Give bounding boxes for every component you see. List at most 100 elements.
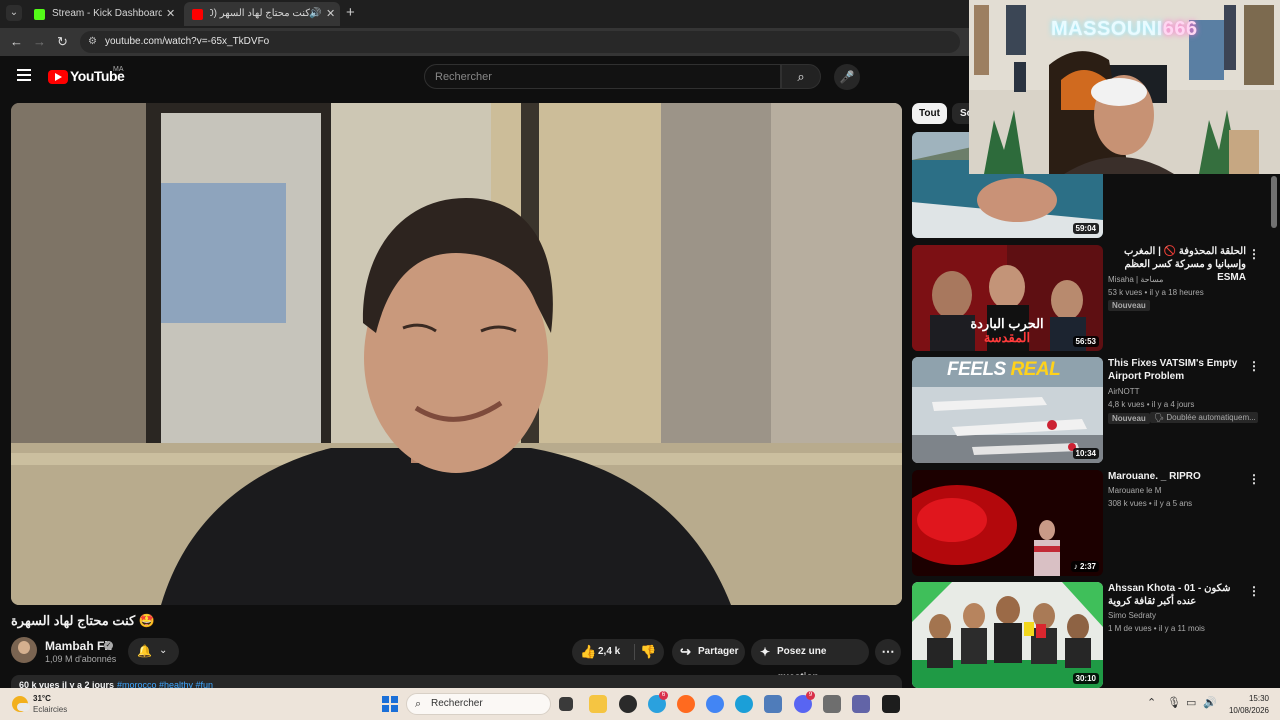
volume-icon[interactable]: 🔊 (1203, 696, 1217, 710)
temperature[interactable]: 31°C (33, 694, 51, 703)
notification-badge: 6 (659, 691, 668, 700)
duration-label: 56:53 (1072, 336, 1099, 347)
edge-icon[interactable] (735, 695, 753, 713)
recommendation-item[interactable]: 30:10 Ahssan Khota - 01 - شكون عنده أكبر… (912, 582, 1268, 688)
reload-icon[interactable]: ↻ (57, 34, 68, 50)
recommendation-item[interactable]: الحرب الباردة المقدسة 56:53 الحلقة المحذ… (912, 245, 1268, 351)
thumbnail-word-1: FEELS (947, 359, 1006, 380)
video-thumbnail[interactable]: FEELS REAL 10:34 (912, 357, 1103, 463)
tab-close-icon[interactable]: ✕ (326, 2, 335, 26)
share-button[interactable]: ↪ Partager (672, 639, 745, 665)
youtube-logo-icon[interactable] (48, 70, 68, 84)
bell-icon: 🔔 (137, 644, 152, 658)
more-vertical-icon[interactable]: ⋮ (1248, 584, 1260, 598)
views-and-date: 60 k vues il y a 2 jours (19, 680, 115, 688)
taskbar-search-box[interactable]: ⌕ Rechercher (406, 693, 551, 715)
video-frame (11, 103, 902, 605)
thumbnail-overlay-text: الحرب الباردة المقدسة (952, 317, 1062, 345)
recommendation-channel[interactable]: Simo Sedraty (1108, 611, 1156, 620)
more-vertical-icon[interactable]: ⋮ (1248, 359, 1260, 373)
recommendation-channel[interactable]: AirNOTT (1108, 387, 1140, 396)
thumbs-up-icon[interactable]: 👍 (580, 639, 596, 665)
firefox-icon[interactable] (677, 695, 695, 713)
recommendation-item[interactable]: FEELS REAL 10:34 This Fixes VATSIM's Emp… (912, 357, 1268, 463)
thumbs-down-icon[interactable]: 👎 (640, 639, 656, 665)
video-thumbnail[interactable]: 30:10 (912, 582, 1103, 688)
sidebar-scrollbar[interactable] (1271, 176, 1277, 228)
divider (634, 644, 635, 660)
tab-title: Stream - Kick Dashboard (52, 8, 162, 19)
channel-avatar[interactable] (11, 637, 37, 663)
ask-question-button[interactable]: ✦ Posez une question (751, 639, 869, 683)
tab-kick-dashboard[interactable]: Stream - Kick Dashboard ✕ (26, 2, 180, 26)
network-icon[interactable]: ▭ (1186, 696, 1196, 710)
streamer-name-part-2: 666 (1162, 18, 1198, 40)
chrome-icon[interactable] (706, 695, 724, 713)
video-thumbnail[interactable]: ♪ 2:37 (912, 470, 1103, 576)
windows-taskbar: 31°C Eclaircies ⌕ Rechercher 6 9 ⌃ 🎙 ▭ 🔊… (0, 688, 1280, 720)
auto-dubbed-badge: 🗣 Doublée automatiquem... (1150, 412, 1258, 423)
more-vertical-icon[interactable]: ⋮ (1248, 247, 1260, 261)
show-hidden-icons-chevron-icon[interactable]: ⌃ (1147, 696, 1156, 710)
search-box (424, 64, 781, 89)
task-view-icon[interactable] (559, 697, 573, 711)
duration-label: 30:10 (1072, 673, 1099, 684)
tab-search-button[interactable]: ⌄ (6, 5, 22, 21)
recommendation-title[interactable]: Ahssan Khota - 01 - شكون عنده أكبر ثقافة… (1108, 582, 1246, 608)
duration-label: 10:34 (1072, 448, 1099, 459)
duration-value: 2:37 (1079, 562, 1096, 571)
search-input[interactable] (425, 65, 780, 88)
snipping-tool-icon[interactable] (823, 695, 841, 713)
taskbar-search-label: Rechercher (431, 698, 483, 709)
new-tab-button[interactable]: + (346, 4, 355, 22)
recommendation-stats: 1 M de vues • il y a 11 mois (1108, 624, 1205, 633)
auto-dubbed-label: Doublée automatiquem... (1166, 413, 1256, 422)
kick-app-icon[interactable] (882, 695, 900, 713)
description-box[interactable]: 60 k vues il y a 2 jours #morocco #healt… (11, 675, 902, 688)
hamburger-menu-icon[interactable] (17, 69, 31, 81)
duration-label: ♪ 2:37 (1070, 561, 1099, 572)
file-explorer-icon[interactable] (589, 695, 607, 713)
clock-time[interactable]: 15:30 (1229, 694, 1269, 703)
thumbnail-text-line-2: المقدسة (983, 330, 1031, 345)
teams-icon[interactable] (852, 695, 870, 713)
forward-arrow-icon[interactable]: → (33, 34, 46, 50)
windows-start-icon[interactable] (382, 696, 398, 712)
youtube-favicon-icon (192, 9, 203, 20)
like-count[interactable]: 2,4 k (598, 639, 620, 665)
weather-condition[interactable]: Eclaircies (33, 705, 67, 714)
more-vertical-icon[interactable]: ⋮ (1248, 472, 1260, 486)
address-bar[interactable]: ⚙ youtube.com/watch?v=-65x_TkDVFo (80, 31, 960, 53)
chip-all[interactable]: Tout (912, 103, 947, 124)
recommendation-stats: 4,8 k vues • il y a 4 jours (1108, 400, 1195, 409)
country-code: MA (113, 66, 124, 73)
recommendation-channel[interactable]: Marouane le M (1108, 486, 1161, 495)
recommendation-title[interactable]: Marouane. _ RIPRO (1108, 470, 1246, 483)
tab-youtube-video[interactable]: كنت محتاج لهاد السهر (1240) 🔊 ✕ (184, 2, 340, 26)
photos-icon[interactable] (764, 695, 782, 713)
clock-date[interactable]: 10/08/2026 (1224, 706, 1269, 715)
recommendation-title[interactable]: This Fixes VATSIM's Empty Airport Proble… (1108, 357, 1246, 383)
recommendation-stats: 53 k vues • il y a 18 heures (1108, 288, 1204, 297)
search-button[interactable]: ⌕ (781, 64, 821, 89)
app-icon-1[interactable] (619, 695, 637, 713)
tab-title: كنت محتاج لهاد السهر (1240) (210, 8, 310, 19)
back-arrow-icon[interactable]: ← (10, 34, 23, 50)
channel-name[interactable]: Mambah Fit (45, 639, 112, 653)
tab-audio-icon[interactable]: 🔊 (309, 2, 321, 26)
video-thumbnail[interactable]: الحرب الباردة المقدسة 56:53 (912, 245, 1103, 351)
site-info-icon[interactable]: ⚙ (88, 35, 97, 49)
weather-sun-cloud-icon[interactable] (12, 696, 30, 712)
voice-search-microphone-icon[interactable]: 🎤 (834, 64, 860, 90)
microphone-icon[interactable]: 🎙 (1167, 696, 1181, 710)
more-actions-button[interactable]: ⋯ (875, 639, 901, 665)
thumbnail-word-2: REAL (1010, 359, 1061, 380)
video-player[interactable] (11, 103, 902, 605)
recommendation-channel[interactable]: Misaha | مساحة (1108, 275, 1163, 284)
tab-close-icon[interactable]: ✕ (166, 2, 175, 26)
like-dislike-group: 👍 2,4 k 👎 (572, 639, 664, 665)
streamer-name-neon: MASSOUNI666 (1051, 18, 1198, 41)
subscription-bell-button[interactable]: 🔔 ⌄ (128, 638, 179, 665)
recommendation-item[interactable]: ♪ 2:37 Marouane. _ RIPRO Marouane le M 3… (912, 470, 1268, 576)
hashtags[interactable]: #morocco #healthy #fun (117, 680, 213, 688)
